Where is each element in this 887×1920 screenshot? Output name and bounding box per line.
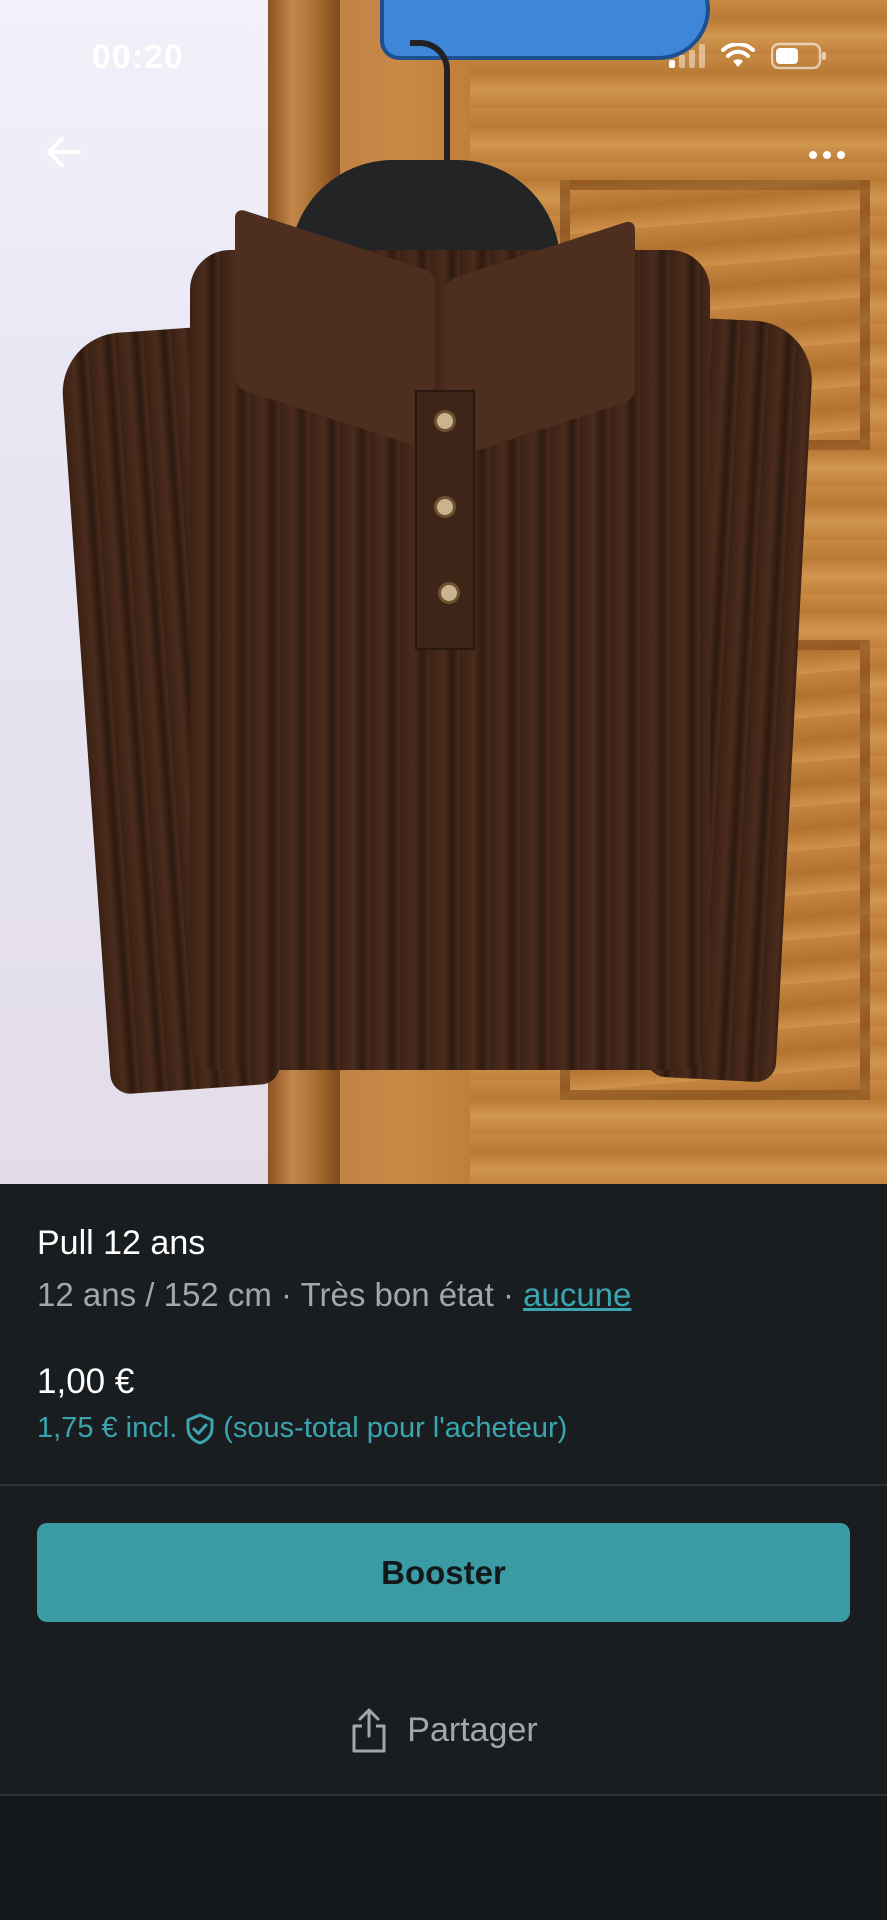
back-button[interactable] [34,122,94,182]
status-bar: 00:20 [0,0,887,110]
status-time: 00:20 [92,38,184,76]
shield-check-icon [186,1413,214,1444]
item-size: 12 ans / 152 cm [37,1276,272,1313]
item-meta: 12 ans / 152 cm · Très bon état · aucune [37,1276,632,1313]
share-label: Partager [407,1710,538,1749]
item-price: 1,00 € [37,1362,135,1401]
more-options-button[interactable] [797,130,857,180]
wifi-icon [721,43,755,69]
item-title: Pull 12 ans [37,1224,206,1262]
share-button[interactable]: Partager [0,1690,887,1770]
share-icon [352,1708,386,1753]
bottom-bar [0,1796,887,1920]
battery-icon [771,42,827,70]
cellular-signal-icon [669,44,705,68]
boost-button[interactable]: Booster [37,1523,850,1622]
price-incl: 1,75 € incl. [37,1412,178,1444]
item-detail-screen: 00:20 Pull 12 ans 12 ans / 152 cm · Très… [0,0,887,1920]
item-condition: Très bon état [300,1276,494,1313]
buyer-price-info[interactable]: 1,75 € incl. (sous-total pour l'acheteur… [37,1412,567,1445]
more-horizontal-icon [809,151,817,159]
item-details: Pull 12 ans 12 ans / 152 cm · Très bon é… [0,1184,887,1484]
item-photo[interactable] [0,0,887,1184]
divider [0,1484,887,1486]
arrow-left-icon [47,137,81,167]
item-brand-link[interactable]: aucune [523,1276,631,1313]
price-incl-note: (sous-total pour l'acheteur) [223,1412,568,1444]
